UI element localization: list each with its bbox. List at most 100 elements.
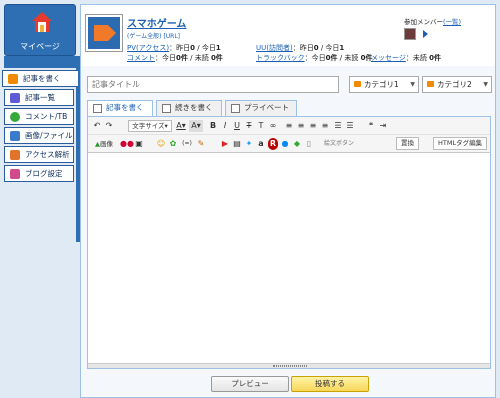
list-icon — [10, 93, 20, 103]
edit-icon — [231, 104, 240, 113]
photo-icon[interactable]: ▣ — [134, 138, 144, 150]
quote-icon[interactable]: ❝ — [366, 120, 376, 132]
editor-panel: カテゴリ1 ▼ カテゴリ2 ▼ 記事を書く 続きを書く プライベート ↶ ↷ 文… — [80, 66, 496, 398]
youtube-icon[interactable]: ▶ — [220, 138, 230, 150]
redo-icon[interactable]: ↷ — [104, 120, 114, 132]
genre-link[interactable]: (ゲーム全般) — [127, 33, 162, 40]
file-icon[interactable]: ▯ — [304, 138, 314, 150]
left-sidebar: マイページ 記事を書く 記事一覧 コメント/TB 画像/ファイル アクセス解析 … — [0, 0, 80, 398]
emoji-icon[interactable]: ☺ — [156, 138, 166, 150]
member-avatar[interactable] — [404, 28, 416, 40]
blog-title[interactable]: スマホゲーム — [127, 15, 186, 30]
flickr-icon[interactable]: ●● — [120, 138, 134, 150]
align-justify-icon[interactable]: ≡ — [320, 120, 330, 132]
underline-icon[interactable]: U — [232, 120, 242, 132]
emoticon-icon[interactable]: (=) — [180, 138, 194, 150]
folder-icon — [427, 81, 434, 87]
sidebar-item-label: 画像/ファイル — [25, 131, 73, 140]
numbered-list-icon[interactable]: ☰ — [345, 120, 355, 132]
link-icon[interactable]: ∞ — [268, 120, 278, 132]
chevron-down-icon: ▼ — [410, 81, 415, 88]
preview-button[interactable]: プレビュー — [211, 376, 289, 392]
sidebar-item-label: 記事を書く — [23, 74, 61, 83]
pen-icon[interactable]: ✎ — [196, 138, 206, 150]
message-stat: メッセージ：未読 0件 — [371, 54, 441, 62]
twitter-icon[interactable]: ✦ — [244, 138, 254, 150]
blog-header: スマホゲーム (ゲーム全般) [URL] PV(アクセス)：昨日0 / 今日1 … — [80, 4, 496, 66]
image-icon — [10, 131, 20, 141]
tab-continue[interactable]: 続きを書く — [156, 100, 222, 116]
members-label: 参加メンバー — [404, 18, 443, 26]
strikethrough-icon[interactable]: T — [244, 120, 254, 132]
italic-icon[interactable]: I — [220, 120, 230, 132]
sidebar-item-label: 記事一覧 — [25, 93, 55, 102]
wrench-icon — [10, 169, 20, 179]
indent-icon[interactable]: ⇥ — [378, 120, 388, 132]
bullet-list-icon[interactable]: ☰ — [333, 120, 343, 132]
sidebar-item-settings[interactable]: ブログ設定 — [4, 165, 74, 182]
category1-select[interactable]: カテゴリ1 ▼ — [349, 76, 419, 93]
comment-icon — [10, 112, 20, 122]
undo-icon[interactable]: ↶ — [92, 120, 102, 132]
resize-handle[interactable] — [88, 363, 490, 368]
image-insert-button[interactable]: ▲画像 — [92, 138, 116, 150]
custom-button-label[interactable]: 絵文ボタン — [322, 138, 356, 150]
editor-body[interactable] — [88, 154, 490, 364]
folder-icon — [354, 81, 361, 87]
trackback-link[interactable]: トラックバック — [256, 54, 305, 62]
background-color-icon[interactable]: A▾ — [189, 120, 203, 132]
sidebar-item-analytics[interactable]: アクセス解析 — [4, 146, 74, 163]
format-toolbar: ↶ ↷ 文字サイズ▾ A▾ A▾ B I U T T ∞ ≡ ≡ ≡ ≡ ☰ ☰… — [88, 117, 490, 135]
uu-stat: UU(訪問者)：昨日0 / 今日1 — [256, 44, 345, 52]
mypage-label: マイページ — [20, 42, 60, 51]
align-right-icon[interactable]: ≡ — [308, 120, 318, 132]
font-color-icon[interactable]: A▾ — [174, 120, 188, 132]
chevron-down-icon: ▼ — [483, 81, 488, 88]
rakuten-icon[interactable]: R — [268, 138, 278, 150]
insert-toolbar: ▲画像 ●● ▣ ☺ ✿ (=) ✎ ▶ ▤ ✦ a R ● ◆ ▯ 絵文ボタン… — [88, 135, 490, 153]
pencil-icon — [8, 74, 18, 84]
comment-link[interactable]: コメント — [127, 54, 155, 62]
sidebar-item-write[interactable]: 記事を書く — [2, 70, 78, 87]
trackback-stat: トラックバック：今日0件 / 未読 0件 — [256, 54, 373, 62]
html-edit-button[interactable]: HTMLタグ編集 — [433, 137, 488, 150]
blog-genre-links: (ゲーム全般) [URL] — [127, 31, 180, 40]
mypage-button[interactable]: マイページ — [4, 4, 76, 56]
edit-icon — [162, 104, 171, 113]
edit-icon — [93, 104, 102, 113]
house-icon — [32, 12, 52, 32]
map-icon[interactable]: ▤ — [232, 138, 242, 150]
sidebar-item-list[interactable]: 記事一覧 — [4, 89, 74, 106]
category2-select[interactable]: カテゴリ2 ▼ — [422, 76, 492, 93]
comment-stat: コメント：今日0件 / 未読 0件 — [127, 54, 223, 62]
blog-thumbnail[interactable] — [85, 14, 123, 52]
amazon-icon[interactable]: a — [256, 138, 266, 150]
font-size-select[interactable]: 文字サイズ▾ — [128, 120, 172, 132]
blog-thumbnail-image — [88, 17, 120, 49]
title-input[interactable] — [87, 76, 339, 93]
url-link[interactable]: [URL] — [163, 33, 180, 40]
sticker-icon[interactable]: ✿ — [168, 138, 178, 150]
pv-stat: PV(アクセス)：昨日0 / 今日1 — [127, 44, 221, 52]
members-box: 参加メンバー(一覧) — [404, 16, 479, 48]
tab-private[interactable]: プライベート — [225, 100, 297, 116]
post-button[interactable]: 投稿する — [291, 376, 369, 392]
members-list-link[interactable]: (一覧) — [443, 18, 461, 26]
align-center-icon[interactable]: ≡ — [296, 120, 306, 132]
evernote-icon[interactable]: ◆ — [292, 138, 302, 150]
replace-button[interactable]: 置換 — [396, 137, 419, 150]
pv-link[interactable]: PV(アクセス) — [127, 44, 169, 52]
rich-text-editor: ↶ ↷ 文字サイズ▾ A▾ A▾ B I U T T ∞ ≡ ≡ ≡ ≡ ☰ ☰… — [87, 116, 491, 369]
arrow-right-icon[interactable] — [423, 30, 428, 38]
sidebar-item-label: アクセス解析 — [25, 150, 70, 159]
subscript-icon[interactable]: T — [256, 120, 266, 132]
message-link[interactable]: メッセージ — [371, 54, 406, 62]
sidebar-item-label: コメント/TB — [25, 112, 68, 121]
shopping-icon[interactable]: ● — [280, 138, 290, 150]
bold-icon[interactable]: B — [208, 120, 218, 132]
sidebar-item-images[interactable]: 画像/ファイル — [4, 127, 74, 144]
sidebar-item-comments[interactable]: コメント/TB — [4, 108, 74, 125]
align-left-icon[interactable]: ≡ — [284, 120, 294, 132]
tab-write[interactable]: 記事を書く — [87, 100, 153, 117]
uu-link[interactable]: UU(訪問者) — [256, 44, 293, 52]
